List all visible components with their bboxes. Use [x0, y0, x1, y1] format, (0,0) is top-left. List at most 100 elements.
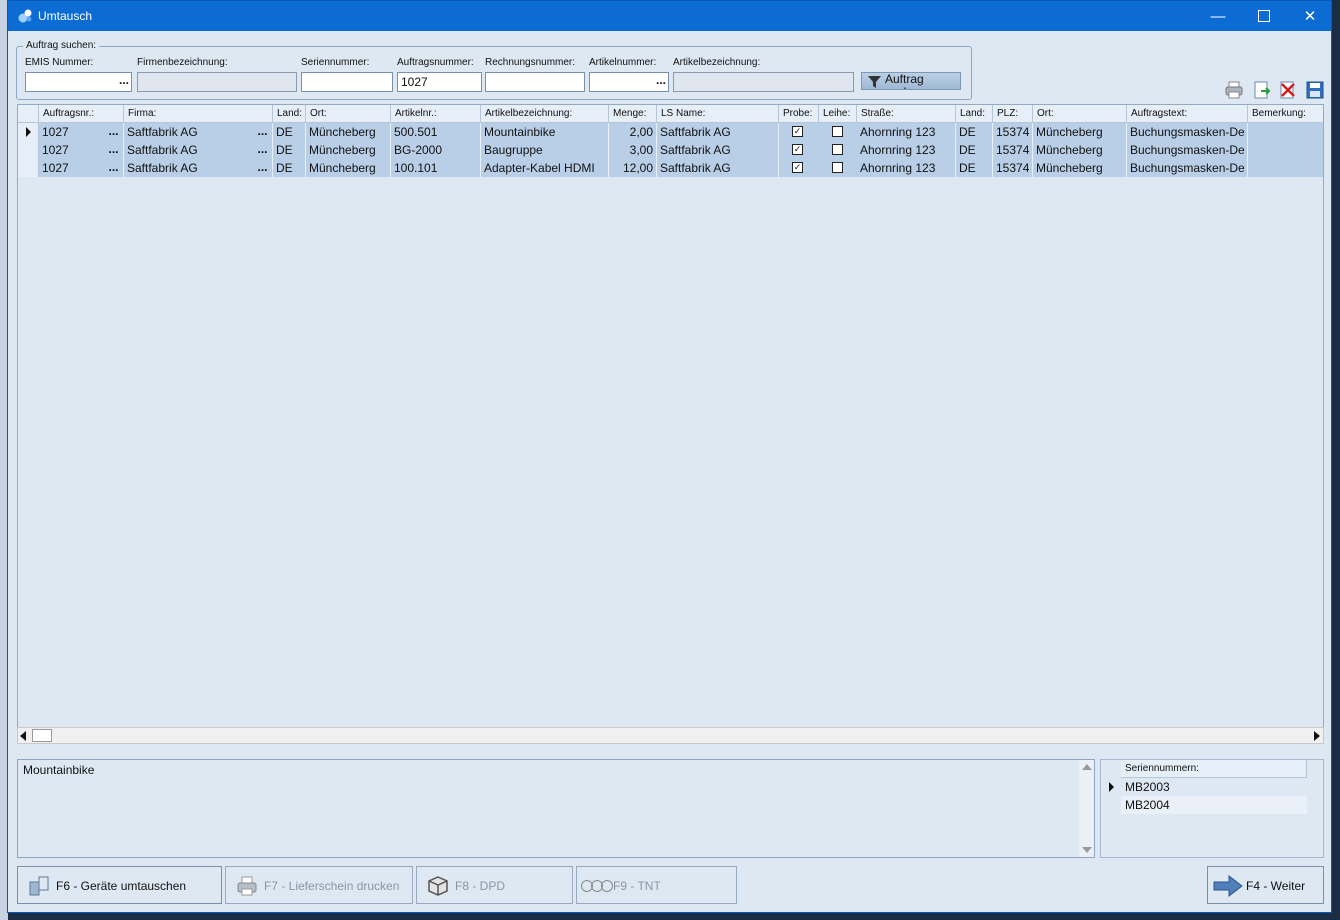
col-header-menge[interactable]: Menge: [609, 105, 657, 123]
probe-checkbox[interactable]: ✓ [792, 162, 803, 173]
cell-menge[interactable]: 12,00 [609, 159, 657, 177]
row-selector[interactable] [18, 123, 39, 141]
firma-ellipsis-button[interactable]: ... [255, 159, 270, 177]
cell-artikelnr[interactable]: 100.101 [391, 159, 481, 177]
save-icon[interactable] [1306, 81, 1324, 99]
artikelnr-lookup-button[interactable]: ... [656, 73, 666, 87]
cell-land2[interactable]: DE [956, 159, 993, 177]
leihe-checkbox[interactable] [832, 162, 843, 173]
weiter-button[interactable]: F4 - Weiter [1207, 866, 1324, 904]
table-row[interactable]: 1027 ... Saftfabrik AG ... DE Müncheberg… [18, 141, 1323, 159]
cell-strasse[interactable]: Ahornring 123 [857, 123, 956, 141]
cell-artikelbez[interactable]: Mountainbike [481, 123, 609, 141]
cell-menge[interactable]: 3,00 [609, 141, 657, 159]
col-header-land[interactable]: Land: [273, 105, 306, 123]
col-header-auftragstext[interactable]: Auftragstext: [1127, 105, 1248, 123]
auftragsnr-ellipsis-button[interactable]: ... [106, 141, 121, 159]
artikelnr-input[interactable]: ... [589, 72, 669, 92]
col-header-bemerkung[interactable]: Bemerkung: [1248, 105, 1323, 123]
leihe-checkbox[interactable] [832, 126, 843, 137]
cell-strasse[interactable]: Ahornring 123 [857, 141, 956, 159]
cell-plz[interactable]: 15374 [993, 141, 1033, 159]
artikelbez-input[interactable] [673, 72, 854, 92]
cell-ort2[interactable]: Müncheberg [1033, 159, 1127, 177]
cell-ls-name[interactable]: Saftfabrik AG [657, 159, 779, 177]
cell-bemerkung[interactable] [1248, 141, 1323, 159]
emis-input[interactable]: ... [25, 72, 132, 92]
scroll-right-icon[interactable] [1314, 731, 1320, 741]
seriennummern-list[interactable]: Seriennummern: MB2003 MB2004 [1100, 759, 1324, 858]
lieferschein-drucken-button[interactable]: F7 - Lieferschein drucken [225, 866, 413, 904]
cell-ort[interactable]: Müncheberg [306, 123, 391, 141]
row-selector[interactable] [18, 159, 39, 177]
cell-strasse[interactable]: Ahornring 123 [857, 159, 956, 177]
minimize-button[interactable]: — [1195, 1, 1241, 31]
title-bar[interactable]: Umtausch — ✕ [8, 1, 1331, 31]
maximize-button[interactable] [1241, 1, 1287, 31]
list-item[interactable]: MB2004 [1121, 796, 1307, 814]
grid-horizontal-scrollbar[interactable] [17, 727, 1324, 744]
cell-artikelbez[interactable]: Baugruppe [481, 141, 609, 159]
close-button[interactable]: ✕ [1287, 1, 1333, 31]
col-header-plz[interactable]: PLZ: [993, 105, 1033, 123]
cell-ort[interactable]: Müncheberg [306, 141, 391, 159]
firma-ellipsis-button[interactable]: ... [255, 123, 270, 141]
probe-checkbox[interactable]: ✓ [792, 126, 803, 137]
cell-firma[interactable]: Saftfabrik AG [124, 159, 273, 177]
scroll-up-icon[interactable] [1082, 764, 1092, 770]
cell-plz[interactable]: 15374 [993, 159, 1033, 177]
cell-ls-name[interactable]: Saftfabrik AG [657, 141, 779, 159]
col-header-auftragsnr[interactable]: Auftragsnr.: [39, 105, 124, 123]
auftrag-input[interactable]: 1027 [397, 72, 482, 92]
col-header-ls-name[interactable]: LS Name: [657, 105, 779, 123]
geraete-umtauschen-button[interactable]: F6 - Geräte umtauschen [17, 866, 222, 904]
emis-lookup-button[interactable]: ... [119, 73, 129, 87]
cell-bemerkung[interactable] [1248, 159, 1323, 177]
scroll-thumb[interactable] [32, 729, 52, 742]
probe-checkbox[interactable]: ✓ [792, 144, 803, 155]
cell-plz[interactable]: 15374 [993, 123, 1033, 141]
table-row[interactable]: 1027 ... Saftfabrik AG ... DE Müncheberg… [18, 159, 1323, 177]
table-row[interactable]: 1027 ... Saftfabrik AG ... DE Müncheberg… [18, 123, 1323, 141]
cell-bemerkung[interactable] [1248, 123, 1323, 141]
row-selector[interactable] [18, 141, 39, 159]
cell-land[interactable]: DE [273, 123, 306, 141]
cell-auftragstext[interactable]: Buchungsmasken-De [1127, 159, 1248, 177]
dpd-button[interactable]: F8 - DPD [416, 866, 573, 904]
serien-input[interactable] [301, 72, 393, 92]
col-header-ort2[interactable]: Ort: [1033, 105, 1127, 123]
cell-artikelbez[interactable]: Adapter-Kabel HDMI [481, 159, 609, 177]
col-header-leihe[interactable]: Leihe: [819, 105, 857, 123]
memo-scrollbar[interactable] [1079, 760, 1094, 857]
rechnung-input[interactable] [485, 72, 585, 92]
artikel-memo[interactable]: Mountainbike [17, 759, 1095, 858]
scroll-down-icon[interactable] [1082, 847, 1092, 853]
cell-artikelnr[interactable]: BG-2000 [391, 141, 481, 159]
col-header-firma[interactable]: Firma: [124, 105, 273, 123]
leihe-checkbox[interactable] [832, 144, 843, 155]
cell-land[interactable]: DE [273, 141, 306, 159]
cell-auftragstext[interactable]: Buchungsmasken-De [1127, 123, 1248, 141]
print-icon[interactable] [1225, 81, 1243, 99]
cell-ort2[interactable]: Müncheberg [1033, 123, 1127, 141]
cell-ort[interactable]: Müncheberg [306, 159, 391, 177]
col-header-strasse[interactable]: Straße: [857, 105, 956, 123]
cell-menge[interactable]: 2,00 [609, 123, 657, 141]
cell-land2[interactable]: DE [956, 141, 993, 159]
cell-auftragstext[interactable]: Buchungsmasken-De [1127, 141, 1248, 159]
delete-icon[interactable] [1279, 81, 1297, 99]
list-item[interactable]: MB2003 [1121, 778, 1307, 796]
scroll-left-icon[interactable] [20, 731, 26, 741]
cell-firma[interactable]: Saftfabrik AG [124, 141, 273, 159]
cell-artikelnr[interactable]: 500.501 [391, 123, 481, 141]
col-header-land2[interactable]: Land: [956, 105, 993, 123]
auftragsnr-ellipsis-button[interactable]: ... [106, 123, 121, 141]
tnt-button[interactable]: F9 - TNT [576, 866, 737, 904]
col-header-artikelbez[interactable]: Artikelbezeichnung: [481, 105, 609, 123]
col-header-probe[interactable]: Probe: [779, 105, 819, 123]
cell-ls-name[interactable]: Saftfabrik AG [657, 123, 779, 141]
cell-land[interactable]: DE [273, 159, 306, 177]
cell-ort2[interactable]: Müncheberg [1033, 141, 1127, 159]
cell-land2[interactable]: DE [956, 123, 993, 141]
col-header-artikelnr[interactable]: Artikelnr.: [391, 105, 481, 123]
